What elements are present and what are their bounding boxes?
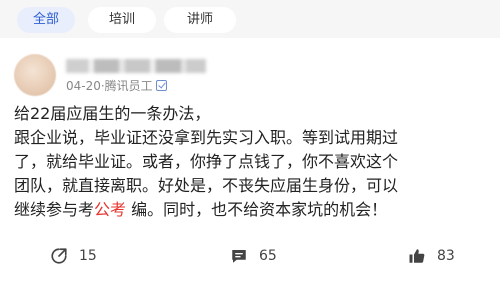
content-line: 团队，就直接离职。好处是，不丧失应届生身份，可以: [14, 176, 399, 195]
like-button[interactable]: 83: [408, 247, 455, 265]
author-meta-text: 04-20·腾讯员工: [66, 79, 153, 93]
content-line: 跟企业说，毕业证还没拿到先实习入职。等到试用期过: [14, 128, 399, 147]
post-content[interactable]: 给22届应届生的一条办法， 跟企业说，毕业证还没拿到先实习入职。等到试用期过 了…: [14, 102, 492, 222]
share-count: 15: [79, 248, 97, 264]
filter-tabs: 全部 培训 讲师: [0, 0, 500, 38]
post-card: 04-20·腾讯员工 给22届应届生的一条办法， 跟企业说，毕业证还没拿到先实习…: [0, 38, 500, 281]
author-name-redacted: [66, 59, 206, 73]
author-meta: 04-20·腾讯员工: [66, 77, 167, 93]
thumbs-up-icon: [409, 249, 425, 263]
tab-training[interactable]: 培训: [88, 7, 156, 33]
share-button[interactable]: 15: [50, 247, 97, 265]
comment-count: 65: [259, 248, 277, 264]
avatar[interactable]: [14, 54, 56, 96]
tab-lecturer[interactable]: 讲师: [164, 7, 236, 33]
post-actions: 15 65 83: [0, 241, 500, 271]
tab-all[interactable]: 全部: [17, 7, 75, 33]
comment-icon: [232, 250, 246, 263]
verified-badge-icon: [155, 80, 167, 91]
like-count: 83: [437, 248, 455, 264]
content-line: 了，就给毕业证。或者，你挣了点钱了，你不喜欢这个: [14, 152, 399, 171]
share-icon: [51, 248, 67, 264]
content-text: 继续参与考: [14, 200, 95, 219]
comment-button[interactable]: 65: [230, 247, 277, 265]
content-line: 继续参与考公考 编。同时，也不给资本家坑的机会！: [14, 198, 492, 222]
content-line: 给22届应届生的一条办法，: [14, 104, 211, 123]
content-text: 编。同时，也不给资本家坑的机会！: [126, 200, 388, 219]
keyword-link[interactable]: 公考: [94, 200, 126, 219]
